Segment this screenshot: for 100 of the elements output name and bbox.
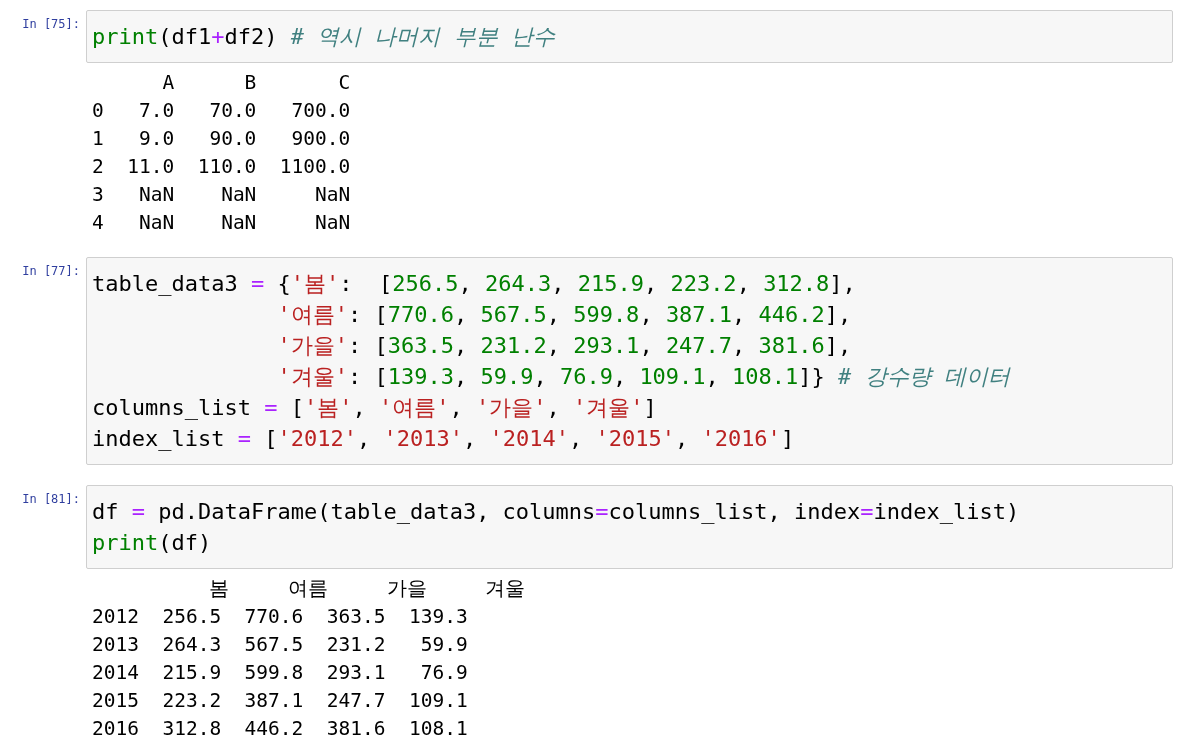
code-token: 215.9 — [577, 270, 644, 298]
code-token: , — [732, 301, 747, 329]
code-token: , — [674, 425, 690, 453]
code-token: df — [92, 498, 120, 526]
code-token: , — [546, 394, 561, 422]
code-token: 363.5 — [387, 332, 454, 360]
output-line: A B C — [161, 70, 351, 96]
code-token: 381.6 — [758, 332, 825, 360]
code-token: , — [453, 332, 469, 360]
code-token: [ — [263, 425, 278, 453]
code-token: df2) — [224, 23, 279, 51]
code-token: 231.2 — [480, 332, 547, 360]
code-token: + — [211, 23, 225, 51]
code-token: 247.7 — [665, 332, 733, 360]
code-token: 264.3 — [484, 270, 552, 298]
code-token: , — [356, 425, 372, 453]
code-token: '2012' — [277, 425, 357, 453]
code-token: 139.3 — [387, 363, 454, 391]
code-token: 293.1 — [573, 332, 640, 360]
code-token: , — [453, 301, 469, 329]
code-token: '봄' — [303, 394, 353, 422]
code-token: : [ — [347, 301, 388, 329]
code-token: , — [453, 363, 469, 391]
code-token: '가을' — [277, 332, 348, 360]
code-token: , — [705, 363, 720, 391]
code-token: (df1 — [158, 23, 212, 51]
code-token: : [ — [347, 363, 388, 391]
code-token: ]} — [798, 363, 826, 391]
output-line: 봄 여름 가을 겨울 — [208, 576, 526, 602]
code-token: , — [551, 270, 566, 298]
code-token: , — [732, 332, 747, 360]
code-token: '2015' — [595, 425, 675, 453]
code-token: , — [546, 332, 561, 360]
output-line: 2 11.0 110.0 1100.0 — [92, 154, 351, 180]
code-token: 223.2 — [670, 270, 737, 298]
input-prompt: In [81]: — [22, 491, 80, 508]
code-token: 770.6 — [387, 301, 454, 329]
code-token: (df) — [158, 529, 212, 557]
code-token: 59.9 — [480, 363, 534, 391]
output-line: 2012 256.5 770.6 363.5 139.3 — [92, 604, 468, 630]
code-token: '2016' — [701, 425, 781, 453]
code-token: = — [264, 394, 278, 422]
code-token: '여름' — [277, 301, 348, 329]
code-token: 446.2 — [758, 301, 825, 329]
code-token: ] — [780, 425, 795, 453]
code-token: , — [612, 363, 628, 391]
code-token: = — [250, 270, 265, 298]
output-line: 2013 264.3 567.5 231.2 59.9 — [92, 632, 468, 658]
code-token: : [ — [339, 270, 393, 298]
code-token: 256.5 — [392, 270, 459, 298]
code-token: , — [458, 270, 473, 298]
code-token: 387.1 — [665, 301, 733, 329]
code-token: columns_list, index — [608, 498, 861, 526]
code-token: ], — [824, 301, 852, 329]
output-line: 4 NaN NaN NaN — [92, 210, 351, 236]
code-input-cell[interactable] — [86, 257, 1173, 465]
input-prompt: In [77]: — [22, 263, 80, 280]
code-token: 108.1 — [732, 363, 799, 391]
code-token: 567.5 — [480, 301, 547, 329]
code-input-cell[interactable]: df = pd.DataFrame(table_data3, columns=columns_list, index=index_list) print(df) — [86, 485, 1173, 569]
code-token: = — [131, 498, 145, 526]
code-token: , — [639, 301, 654, 329]
code-token: 312.8 — [763, 270, 830, 298]
code-token: print — [92, 529, 159, 557]
code-token: , — [546, 301, 561, 329]
output-line: 3 NaN NaN NaN — [92, 182, 351, 208]
code-token: ], — [829, 270, 856, 298]
code-token: '겨울' — [277, 363, 348, 391]
code-token: ], — [824, 332, 852, 360]
output-line: 1 9.0 90.0 900.0 — [92, 126, 351, 152]
code-token: , — [639, 332, 654, 360]
code-token: = — [595, 498, 609, 526]
code-token: 599.8 — [573, 301, 640, 329]
code-token: # 강수량 데이터 — [838, 363, 1010, 391]
code-token: , — [449, 394, 464, 422]
code-token: , — [533, 363, 548, 391]
code-token: '겨울' — [572, 394, 644, 422]
code-token: 76.9 — [559, 363, 613, 391]
code-token: # 역시 나머지 부분 난수 — [290, 23, 555, 51]
code-token: , — [568, 425, 584, 453]
code-token: [ — [289, 394, 304, 422]
input-prompt: In [75]: — [22, 16, 80, 33]
code-token: index_list) — [873, 498, 1020, 526]
code-token: , — [462, 425, 478, 453]
code-token: , — [643, 270, 659, 298]
code-token: : [ — [347, 332, 388, 360]
code-token: ] — [643, 394, 657, 422]
code-token: print — [92, 23, 159, 51]
code-token: , — [352, 394, 367, 422]
code-token: = — [237, 425, 251, 453]
code-input-cell[interactable]: print(df1+df2) # 역시 나머지 부분 난수 — [86, 10, 1173, 63]
code-token: '가을' — [475, 394, 547, 422]
code-token: table_data3 — [92, 270, 239, 298]
code-token: , — [736, 270, 751, 298]
code-token: pd.DataFrame(table_data3, columns — [157, 498, 596, 526]
code-token: '봄' — [290, 270, 340, 298]
code-token: 109.1 — [639, 363, 706, 391]
code-token: '2013' — [383, 425, 463, 453]
code-token: '여름' — [378, 394, 450, 422]
code-token: = — [860, 498, 874, 526]
